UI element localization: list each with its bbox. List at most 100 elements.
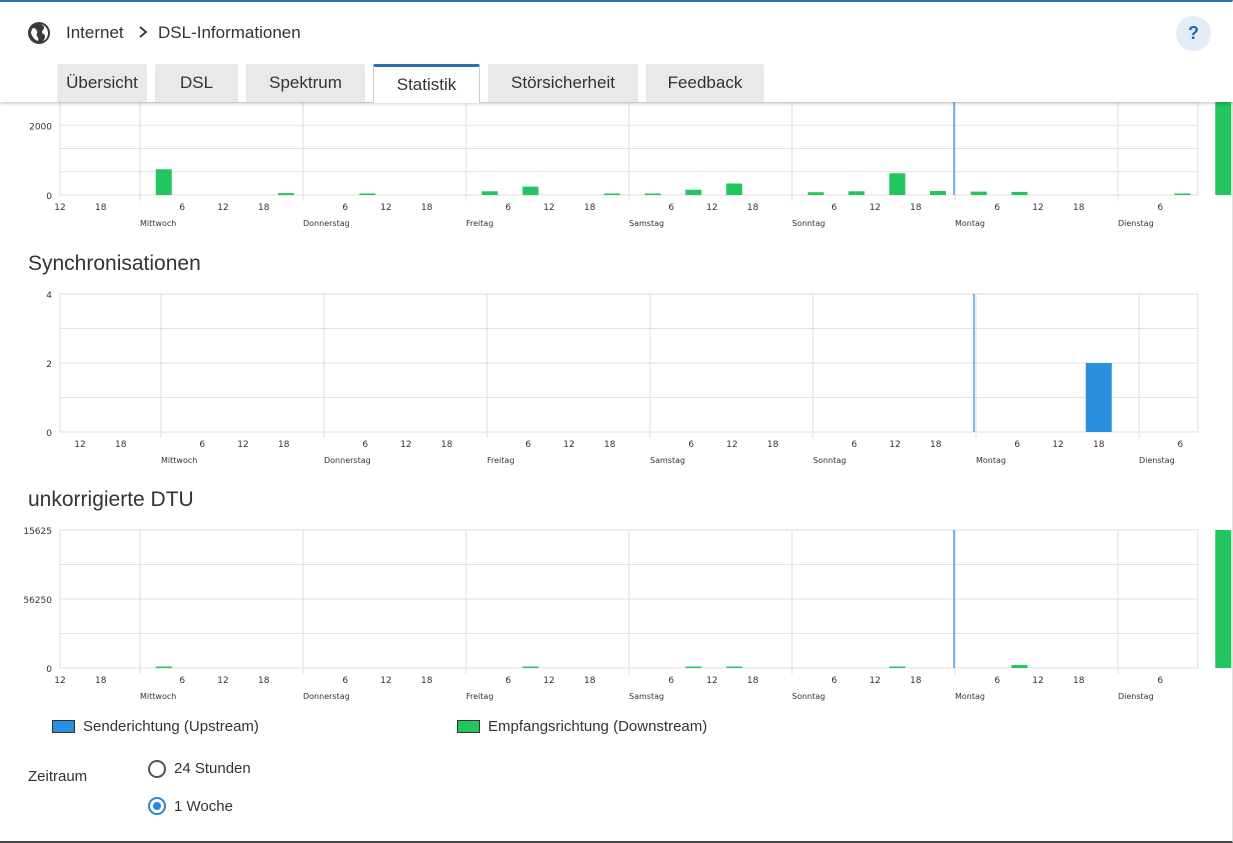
bar bbox=[726, 183, 743, 195]
header: Internet DSL-Informationen ? Übersicht D… bbox=[0, 2, 1233, 103]
bar bbox=[1174, 193, 1191, 195]
x-tick-label: 12 bbox=[380, 676, 391, 686]
x-tick-label: 6 bbox=[688, 440, 694, 450]
x-tick-label: 12 bbox=[869, 203, 880, 213]
bar bbox=[1011, 665, 1028, 668]
bar bbox=[1215, 102, 1232, 195]
bar bbox=[1215, 530, 1232, 668]
tab-spektrum[interactable]: Spektrum bbox=[246, 64, 365, 102]
y-tick-label: 15625 bbox=[23, 527, 52, 537]
x-tick-label: 18 bbox=[930, 440, 942, 450]
tab-uebersicht[interactable]: Übersicht bbox=[57, 64, 147, 102]
y-tick-label: 56250 bbox=[23, 596, 52, 606]
y-tick-label: 2000 bbox=[29, 122, 52, 132]
radio-label-1-woche[interactable]: 1 Woche bbox=[174, 798, 233, 815]
x-tick-label: 6 bbox=[1157, 676, 1163, 686]
zeitraum-label: Zeitraum bbox=[28, 768, 88, 785]
x-tick-label: 12 bbox=[869, 676, 880, 686]
section-title-sync: Synchronisationen bbox=[28, 252, 201, 275]
tab-feedback[interactable]: Feedback bbox=[646, 64, 764, 102]
tab-stoersicherheit[interactable]: Störsicherheit bbox=[488, 64, 638, 102]
x-day-label: Dienstag bbox=[1118, 692, 1154, 701]
x-tick-label: 12 bbox=[726, 440, 737, 450]
x-tick-label: 18 bbox=[1093, 440, 1105, 450]
x-day-label: Sonntag bbox=[792, 692, 825, 701]
x-tick-label: 18 bbox=[258, 203, 270, 213]
x-day-label: Mittwoch bbox=[140, 219, 176, 228]
x-tick-label: 12 bbox=[1032, 676, 1043, 686]
bar bbox=[1011, 191, 1028, 195]
x-tick-label: 6 bbox=[179, 203, 185, 213]
x-day-label: Freitag bbox=[466, 219, 493, 228]
bar bbox=[807, 192, 824, 195]
bar bbox=[1085, 363, 1112, 432]
x-tick-label: 12 bbox=[889, 440, 900, 450]
x-tick-label: 12 bbox=[543, 676, 554, 686]
x-tick-label: 18 bbox=[441, 440, 453, 450]
x-tick-label: 6 bbox=[505, 203, 511, 213]
x-day-label: Freitag bbox=[487, 456, 514, 465]
x-tick-label: 18 bbox=[278, 440, 290, 450]
radio-label-24-stunden[interactable]: 24 Stunden bbox=[174, 760, 251, 777]
radio-24-stunden[interactable] bbox=[148, 760, 166, 778]
x-tick-label: 18 bbox=[747, 203, 759, 213]
x-tick-label: 6 bbox=[505, 676, 511, 686]
x-day-label: Donnerstag bbox=[303, 219, 350, 228]
legend-label-downstream: Empfangsrichtung (Downstream) bbox=[488, 718, 708, 735]
bar bbox=[685, 189, 702, 195]
bar bbox=[359, 193, 376, 195]
x-tick-label: 6 bbox=[362, 440, 368, 450]
x-tick-label: 6 bbox=[342, 203, 348, 213]
tab-dsl[interactable]: DSL bbox=[155, 64, 238, 102]
x-tick-label: 18 bbox=[1073, 203, 1085, 213]
bar bbox=[970, 191, 987, 195]
x-tick-label: 6 bbox=[1014, 440, 1020, 450]
bar bbox=[155, 169, 172, 195]
x-tick-label: 12 bbox=[217, 203, 228, 213]
x-tick-label: 6 bbox=[199, 440, 205, 450]
x-day-label: Montag bbox=[976, 456, 1006, 465]
tab-statistik[interactable]: Statistik bbox=[373, 64, 480, 103]
breadcrumb-root[interactable]: Internet bbox=[66, 23, 124, 43]
x-tick-label: 6 bbox=[342, 676, 348, 686]
bar bbox=[522, 186, 539, 195]
breadcrumb-current: DSL-Informationen bbox=[158, 23, 301, 42]
x-day-label: Dienstag bbox=[1118, 219, 1154, 228]
bar bbox=[481, 191, 498, 195]
bar bbox=[522, 666, 539, 668]
x-tick-label: 12 bbox=[74, 440, 85, 450]
x-day-label: Samstag bbox=[629, 692, 664, 701]
x-tick-label: 12 bbox=[563, 440, 574, 450]
x-tick-label: 6 bbox=[994, 203, 1000, 213]
x-tick-label: 6 bbox=[831, 203, 837, 213]
x-tick-label: 12 bbox=[1032, 203, 1043, 213]
bar bbox=[685, 666, 702, 668]
x-day-label: Samstag bbox=[650, 456, 685, 465]
x-day-label: Montag bbox=[955, 219, 985, 228]
x-day-label: Montag bbox=[955, 692, 985, 701]
x-tick-label: 18 bbox=[421, 203, 433, 213]
bar bbox=[604, 193, 620, 195]
x-day-label: Mittwoch bbox=[161, 456, 197, 465]
x-tick-label: 18 bbox=[747, 676, 759, 686]
x-tick-label: 18 bbox=[767, 440, 779, 450]
chevron-right-icon bbox=[139, 26, 148, 38]
x-tick-label: 6 bbox=[525, 440, 531, 450]
bar bbox=[889, 173, 906, 195]
x-tick-label: 18 bbox=[421, 676, 433, 686]
radio-1-woche[interactable] bbox=[148, 797, 166, 815]
x-tick-label: 18 bbox=[95, 676, 107, 686]
app-frame: Internet DSL-Informationen ? Übersicht D… bbox=[0, 0, 1233, 843]
x-tick-label: 6 bbox=[1177, 440, 1183, 450]
x-tick-label: 12 bbox=[400, 440, 411, 450]
x-tick-label: 6 bbox=[668, 676, 674, 686]
x-tick-label: 6 bbox=[179, 676, 185, 686]
bar bbox=[278, 193, 294, 195]
x-day-label: Dienstag bbox=[1139, 456, 1175, 465]
legend-swatch-downstream bbox=[457, 720, 480, 733]
help-button[interactable]: ? bbox=[1176, 16, 1211, 51]
x-tick-label: 18 bbox=[910, 676, 922, 686]
x-day-label: Freitag bbox=[466, 692, 493, 701]
y-tick-label: 0 bbox=[46, 429, 52, 439]
bar bbox=[848, 191, 865, 195]
